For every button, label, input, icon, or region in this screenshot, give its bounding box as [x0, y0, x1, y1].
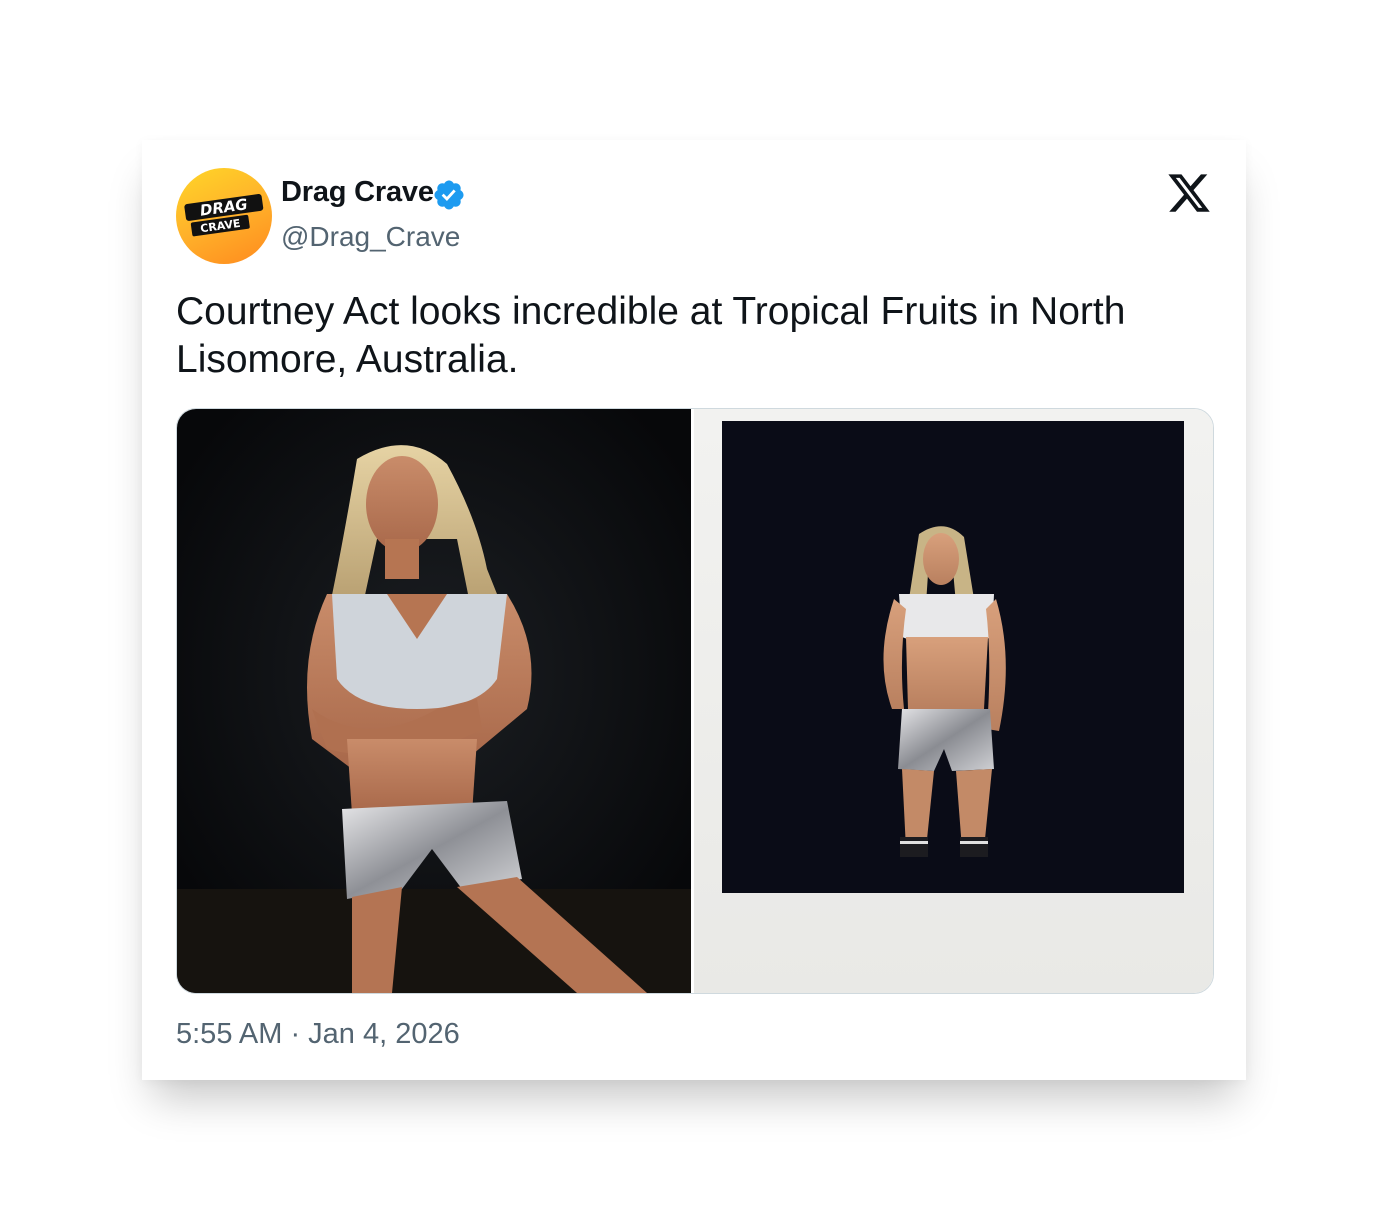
photo-night-pose[interactable] — [177, 409, 691, 993]
tweet-text: Courtney Act looks incredible at Tropica… — [176, 290, 1126, 381]
tweet-card: DRAG CRAVE Drag Crave @Drag_Crave Courtn… — [142, 140, 1246, 1080]
media-grid[interactable] — [176, 408, 1214, 994]
photo-night-pose-image — [177, 409, 691, 993]
display-name[interactable]: Drag Crave — [281, 176, 434, 209]
avatar-logo-bottom: CRAVE — [199, 217, 241, 235]
polaroid-photo-image — [694, 409, 1213, 993]
verified-badge-icon — [434, 180, 464, 210]
polaroid-photo[interactable] — [694, 409, 1213, 993]
avatar[interactable]: DRAG CRAVE — [176, 168, 272, 264]
x-logo-icon[interactable] — [1166, 170, 1212, 216]
drag-crave-logo: DRAG CRAVE — [184, 193, 264, 237]
tweet-timestamp[interactable]: 5:55 AM · Jan 4, 2026 — [176, 1018, 460, 1051]
user-handle[interactable]: @Drag_Crave — [281, 221, 460, 253]
